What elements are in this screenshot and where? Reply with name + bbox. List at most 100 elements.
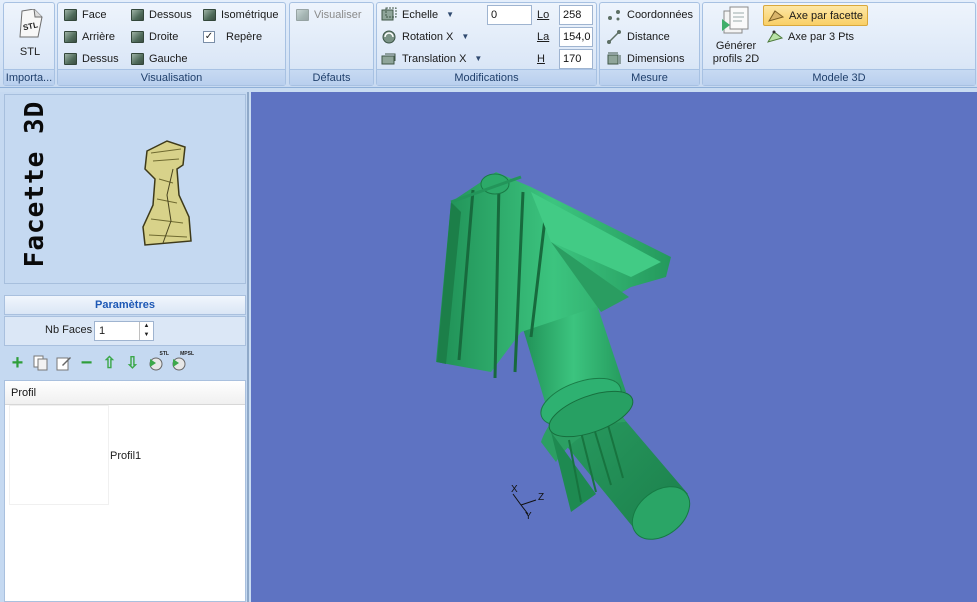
repere-checkbox[interactable]: ✓ <box>203 31 215 43</box>
arrow-up-icon[interactable]: ⇧ <box>100 354 119 373</box>
stl-import-button[interactable]: STL STL <box>10 7 50 61</box>
group-modele3d: Générer profils 2D Axe par facette Axe p… <box>702 2 976 86</box>
preview-panel: Facette 3D <box>4 94 246 284</box>
distance-button[interactable]: Distance <box>606 27 670 47</box>
view-isometric-button[interactable]: Isométrique <box>203 5 278 25</box>
profile-toolbar: + − ⇧ ⇩ STL MPSL <box>4 350 246 376</box>
group-title-modifications: Modifications <box>377 69 596 85</box>
rotation-caret-icon: ▼ <box>461 32 470 41</box>
ribbon: STL STL Importa... Face Arrière Dessus D… <box>0 0 977 88</box>
view-left-label: Gauche <box>149 53 188 65</box>
view-back-label: Arrière <box>82 31 116 43</box>
axis-y-label: Y <box>525 511 532 522</box>
group-defauts: Visualiser Défauts <box>289 2 374 86</box>
group-title-defauts: Défauts <box>290 69 373 85</box>
translation-caret-icon: ▼ <box>474 54 483 63</box>
h-label: H <box>537 53 545 65</box>
axe-par-3pts-button[interactable]: Axe par 3 Pts <box>767 27 854 47</box>
3d-model: X Z Y <box>436 172 691 540</box>
add-icon[interactable]: + <box>8 352 27 374</box>
profile-column-header[interactable]: Profil <box>5 381 245 405</box>
h-input[interactable]: 170 <box>559 49 593 69</box>
view-right-button[interactable]: Droite <box>131 27 178 47</box>
left-panel: Facette 3D Paramètres Nb Faces 1 ▲ ▼ + −… <box>0 92 249 602</box>
visualiser-icon <box>296 9 309 21</box>
generate-profiles-button[interactable]: Générer profils 2D <box>709 5 763 69</box>
list-item[interactable]: Profil1 <box>5 405 245 509</box>
la-label: La <box>537 31 550 43</box>
stl-file-icon: STL <box>19 8 43 38</box>
cube-top-icon <box>64 53 77 65</box>
import-stl-icon[interactable]: STL <box>146 351 169 373</box>
distance-label: Distance <box>627 31 670 43</box>
repere-toggle[interactable]: ✓ Repère <box>203 27 262 47</box>
import-mpsl-icon[interactable]: MPSL <box>169 351 194 373</box>
copy-icon[interactable] <box>31 354 50 373</box>
group-title-modele3d: Modele 3D <box>703 69 975 85</box>
profile-thumbnail <box>9 405 109 505</box>
axe-par-facette-button[interactable]: Axe par facette <box>763 5 868 26</box>
spinner-up-icon[interactable]: ▲ <box>139 322 153 331</box>
rotation-icon <box>382 30 396 44</box>
group-title-visualisation: Visualisation <box>58 69 285 85</box>
cube-right-icon <box>131 31 144 43</box>
generate-label-1: Générer <box>715 40 757 52</box>
view-bottom-button[interactable]: Dessous <box>131 5 192 25</box>
nb-faces-spinner[interactable]: 1 ▲ ▼ <box>94 321 154 341</box>
nb-faces-value: 1 <box>99 325 106 337</box>
facette-preview-image <box>142 140 192 246</box>
edit-icon[interactable] <box>54 354 73 373</box>
axe-par-3pts-label: Axe par 3 Pts <box>788 31 855 43</box>
view-top-button[interactable]: Dessus <box>64 49 119 69</box>
group-mesure: Coordonnées Distance Dimensions Mesure <box>599 2 700 86</box>
axis-3pts-icon <box>767 30 783 43</box>
cube-isometric-icon <box>203 9 216 21</box>
echelle-input[interactable]: 0 <box>487 5 532 25</box>
dimensions-button[interactable]: Dimensions <box>606 49 684 69</box>
la-input[interactable]: 154,0 <box>559 27 593 47</box>
coordinates-icon <box>608 10 620 21</box>
view-face-label: Face <box>82 9 107 21</box>
visualiser-label: Visualiser <box>314 9 362 21</box>
translation-dropdown[interactable]: Translation X ▼ <box>381 49 482 69</box>
vertical-title: Facette 3D <box>20 100 50 268</box>
parametres-body: Nb Faces 1 ▲ ▼ <box>4 316 246 346</box>
cube-bottom-icon <box>131 9 144 21</box>
mpsl-badge: MPSL <box>180 350 194 357</box>
view-top-label: Dessus <box>82 53 119 65</box>
view-isometric-label: Isométrique <box>221 9 279 21</box>
group-title-mesure: Mesure <box>600 69 699 85</box>
view-left-button[interactable]: Gauche <box>131 49 188 69</box>
visualiser-button[interactable]: Visualiser <box>296 5 362 25</box>
group-import: STL STL Importa... <box>3 2 55 86</box>
lo-input[interactable]: 258 <box>559 5 593 25</box>
parametres-header[interactable]: Paramètres <box>4 295 246 315</box>
dimensions-label: Dimensions <box>627 53 685 65</box>
view-bottom-label: Dessous <box>149 9 192 21</box>
remove-icon[interactable]: − <box>77 352 96 374</box>
group-title-import: Importa... <box>4 69 54 85</box>
axis-x-label: X <box>511 484 518 495</box>
repere-label: Repère <box>226 31 263 43</box>
scale-icon <box>381 7 397 21</box>
coordonnees-button[interactable]: Coordonnées <box>606 5 693 25</box>
profile-list: Profil Profil1 <box>4 380 246 602</box>
rotation-dropdown[interactable]: Rotation X ▼ <box>381 27 469 47</box>
group-visualisation: Face Arrière Dessus Dessous Droite Gauch… <box>57 2 286 86</box>
axis-z-label: Z <box>538 492 544 503</box>
lo-label: Lo <box>537 9 550 21</box>
arrow-down-icon[interactable]: ⇩ <box>123 354 142 373</box>
3d-viewport[interactable]: X Z Y <box>251 92 977 602</box>
cube-face-icon <box>64 9 77 21</box>
generate-label-2: profils 2D <box>712 53 760 65</box>
stl-badge: STL <box>159 350 169 357</box>
dimensions-icon <box>607 52 621 65</box>
cube-back-icon <box>64 31 77 43</box>
group-modifications: Echelle ▼ Rotation X ▼ Translation X ▼ 0… <box>376 2 597 86</box>
echelle-dropdown[interactable]: Echelle ▼ <box>381 5 454 25</box>
spinner-down-icon[interactable]: ▼ <box>139 331 153 340</box>
view-back-button[interactable]: Arrière <box>64 27 115 47</box>
profile-name: Profil1 <box>110 450 142 462</box>
translation-icon <box>381 53 396 65</box>
view-face-button[interactable]: Face <box>64 5 106 25</box>
